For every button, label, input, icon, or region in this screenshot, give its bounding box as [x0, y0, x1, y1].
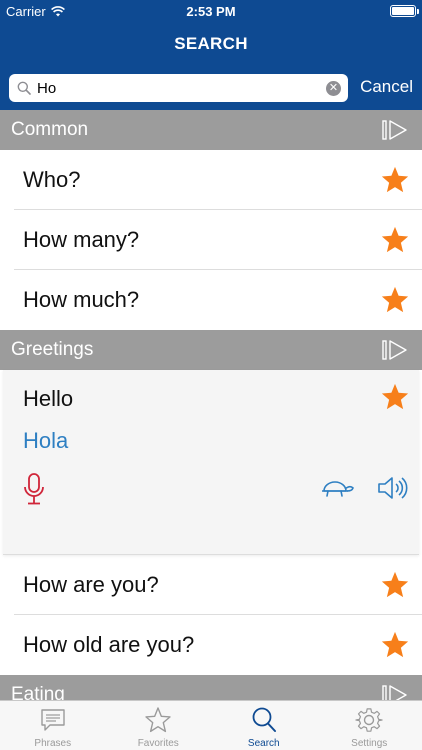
expanded-phrase-card[interactable]: Hello Hola — [3, 370, 419, 555]
favorite-star-icon[interactable] — [380, 225, 410, 255]
list-item[interactable]: How old are you? — [14, 615, 422, 675]
tab-label: Favorites — [137, 738, 179, 749]
tab-label: Search — [247, 738, 280, 749]
chat-bubble-icon — [41, 709, 65, 731]
phrase-text: Hello — [23, 386, 74, 411]
list-item[interactable]: How are you? — [14, 555, 422, 615]
favorite-star-icon[interactable] — [380, 630, 410, 660]
slow-playback-turtle-icon[interactable] — [321, 477, 355, 499]
phrase-text: How are you? — [23, 572, 159, 597]
results-list[interactable]: Common Who? How many? How much? Greeting… — [0, 110, 422, 700]
cancel-button[interactable]: Cancel — [360, 77, 413, 97]
section-header-eating: Eating — [0, 675, 422, 700]
battery-icon — [390, 5, 419, 17]
microphone-icon[interactable] — [23, 473, 45, 505]
section-title: Common — [11, 119, 89, 140]
tab-favorites[interactable]: Favorites — [106, 701, 212, 750]
phrase-text: How old are you? — [23, 632, 195, 657]
list-item[interactable]: How many? — [14, 210, 422, 270]
tab-phrases[interactable]: Phrases — [0, 701, 106, 750]
favorite-star-icon[interactable] — [380, 165, 410, 195]
section-title: Eating — [11, 684, 65, 700]
favorite-star-icon[interactable] — [380, 285, 410, 315]
gear-icon — [355, 708, 383, 732]
list-item[interactable]: How much? — [14, 270, 422, 330]
tab-search[interactable]: Search — [211, 701, 317, 750]
tab-bar: Phrases Favorites Search Settings — [0, 700, 422, 750]
speaker-icon[interactable] — [377, 475, 411, 501]
tab-label: Phrases — [34, 738, 72, 749]
favorite-star-icon[interactable] — [380, 382, 410, 412]
tab-settings[interactable]: Settings — [317, 701, 422, 750]
play-all-icon[interactable] — [382, 685, 408, 700]
play-all-icon[interactable] — [382, 120, 408, 140]
search-icon — [17, 81, 31, 95]
section-header-common: Common — [0, 110, 422, 150]
phrase-text: Who? — [23, 167, 81, 192]
list-item[interactable]: Who? — [14, 150, 422, 210]
section-title: Greetings — [11, 339, 94, 360]
search-field[interactable]: ✕ — [9, 74, 348, 102]
search-input[interactable] — [37, 77, 317, 99]
tab-label: Settings — [351, 738, 388, 749]
translation-text: Hola — [23, 428, 69, 453]
magnifier-icon — [252, 707, 276, 732]
page-title: SEARCH — [174, 34, 248, 53]
clear-search-icon[interactable]: ✕ — [326, 81, 341, 96]
section-header-greetings: Greetings — [0, 330, 422, 370]
status-time: 2:53 PM — [186, 4, 236, 19]
star-outline-icon — [145, 707, 171, 733]
status-bar: Carrier 2:53 PM — [0, 0, 422, 22]
header: Carrier 2:53 PM SEARCH ✕ Cancel — [0, 0, 422, 110]
phrase-text: How much? — [23, 287, 140, 312]
favorite-star-icon[interactable] — [380, 570, 410, 600]
phrase-text: How many? — [23, 227, 140, 252]
play-all-icon[interactable] — [382, 340, 408, 360]
